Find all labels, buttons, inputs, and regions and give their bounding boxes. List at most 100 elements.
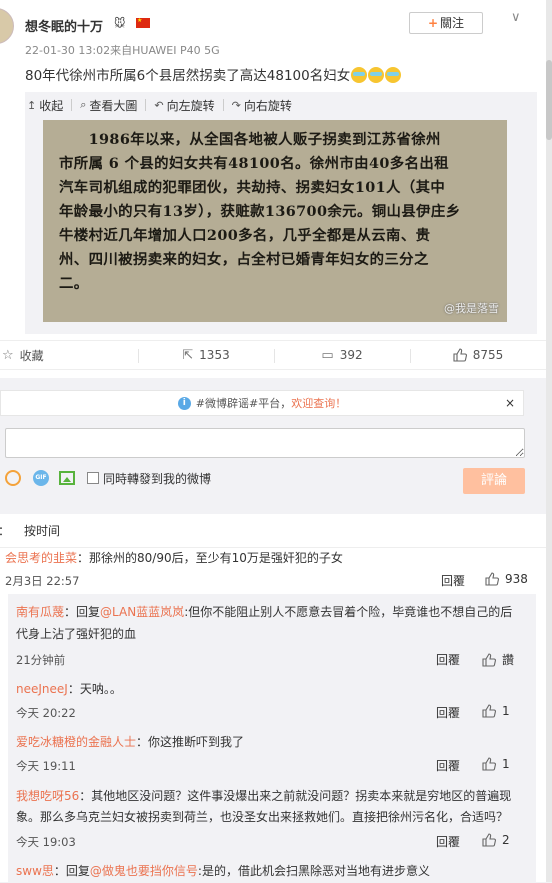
sub-like-button[interactable]: 讚 bbox=[482, 651, 514, 668]
post-photo[interactable]: 1986年以来，从全国各地被人贩子拐卖到江苏省徐州 市所属 6 个县的妇女共有4… bbox=[43, 120, 507, 322]
rotate-right-label: 向右旋转 bbox=[243, 98, 292, 113]
repost-checkbox[interactable] bbox=[87, 472, 99, 484]
comment-like-button[interactable]: 938 bbox=[485, 572, 528, 586]
emoji-icon bbox=[368, 67, 385, 83]
sub-reply-time: 今天 20:22 bbox=[16, 706, 76, 720]
sub-reply-username[interactable]: 爱吃冰糖橙的金融人士 bbox=[16, 735, 136, 749]
comment-area: i #微博辟谣#平台，欢迎查询！ × GIF 同時轉發到我的微博 評論 ： 按时… bbox=[0, 378, 546, 882]
mention-link[interactable]: @LAN蓝蓝岚岚 bbox=[100, 605, 184, 619]
notice-prefix: #微博辟谣#平台， bbox=[195, 397, 292, 410]
sub-reply-body: neeJneeJ：天呐。。 bbox=[16, 679, 122, 699]
like-button[interactable]: 8755 bbox=[410, 341, 546, 369]
sub-reply-username[interactable]: neeJneeJ bbox=[16, 682, 68, 696]
view-large-button[interactable]: ⌕ 查看大圖 bbox=[80, 97, 137, 114]
comment-input[interactable] bbox=[5, 428, 525, 458]
scrollbar[interactable] bbox=[546, 0, 552, 882]
comment-like-count: 938 bbox=[505, 572, 528, 586]
sub-reply-username[interactable]: sww思 bbox=[16, 864, 54, 878]
sub-like-button[interactable]: 1 bbox=[482, 757, 510, 771]
rotate-left-label: 向左旋转 bbox=[166, 98, 215, 113]
mention-link[interactable]: @做鬼也要挡你信号 bbox=[90, 864, 198, 878]
view-large-label: 查看大圖 bbox=[89, 98, 138, 113]
sub-like-button[interactable]: 2 bbox=[482, 833, 510, 847]
submit-comment-button[interactable]: 評論 bbox=[463, 468, 525, 494]
sub-reply-text: ：其他地区没问题？这件事没爆出来之前就没问题？拐卖本来就是穷地区的普遍现 bbox=[79, 789, 512, 803]
repost-checkbox-label: 同時轉發到我的微博 bbox=[103, 471, 212, 486]
sub-reply-body: 爱吃冰糖橙的金融人士：你这推断吓到我了 bbox=[16, 732, 244, 752]
sub-reply-time: 21分钟前 bbox=[16, 653, 66, 667]
sub-reply-username[interactable]: 南有瓜蔑 bbox=[16, 605, 64, 619]
sub-like-button[interactable]: 1 bbox=[482, 704, 510, 718]
comment-time: 2月3日 22:57 bbox=[5, 574, 80, 588]
sub-reply-item: sww思：回复@做鬼也要挡你信号:是的，借此机会扫黑除恶对当地有进步意义 bbox=[16, 861, 528, 883]
reply-button[interactable]: 回覆 bbox=[436, 651, 460, 668]
sort-by-time-tab[interactable]: 按时间 bbox=[24, 522, 60, 539]
magnifier-icon: ⌕ bbox=[80, 98, 87, 111]
sub-reply-text: 象。那么多乌克兰妇女被拐卖到荷兰，也没圣女出来拯救她们。直接把徐州污名化，合适吗… bbox=[16, 810, 509, 824]
rotate-left-button[interactable]: ↶ 向左旋转 bbox=[154, 97, 214, 114]
emoji-icon bbox=[385, 67, 402, 83]
sub-reply-text: :但你不能阻止别人不愿意去冒着个险，毕竟谁也不想自己的后 bbox=[184, 605, 513, 619]
repost-icon: ⇱ bbox=[182, 347, 194, 363]
avatar[interactable] bbox=[0, 8, 14, 44]
favorite-button[interactable]: ☆ 收藏 bbox=[0, 341, 138, 369]
info-icon: i bbox=[177, 396, 191, 410]
comment-body: 会思考的韭菜：那徐州的80/90后，至少有10万是强奸犯的子女 bbox=[5, 548, 343, 568]
thumbs-up-icon bbox=[482, 704, 496, 718]
reply-prefix: ：回复 bbox=[64, 605, 101, 619]
repost-button[interactable]: ⇱ 1353 bbox=[138, 341, 274, 369]
sub-reply-text: ：天呐。。 bbox=[67, 682, 122, 696]
comment-sort-bar: ： 按时间 bbox=[0, 514, 546, 548]
chevron-down-icon[interactable]: ∨ bbox=[511, 10, 525, 25]
photo-newspaper-text: 1986年以来，从全国各地被人贩子拐卖到江苏省徐州 市所属 6 个县的妇女共有4… bbox=[59, 128, 499, 296]
follow-label: 關注 bbox=[440, 16, 465, 30]
photo-line: 年龄最小的只有13岁），获赃款136700余元。铜山县伊庄乡 bbox=[59, 203, 461, 220]
sub-reply-time: 今天 19:11 bbox=[16, 759, 76, 773]
reply-button[interactable]: 回覆 bbox=[436, 757, 460, 774]
thumbs-up-icon bbox=[482, 833, 496, 847]
follow-button[interactable]: + 關注 bbox=[409, 12, 483, 34]
sub-reply-time: 今天 19:03 bbox=[16, 835, 76, 849]
post-meta: 22-01-30 13:02来自HUAWEI P40 5G bbox=[25, 44, 220, 57]
photo-watermark: @我是落雪 bbox=[444, 302, 499, 315]
sub-like-count: 1 bbox=[502, 757, 510, 771]
sub-reply-list: 南有瓜蔑：回复@LAN蓝蓝岚岚:但你不能阻止别人不愿意去冒着个险，毕竟谁也不想自… bbox=[8, 594, 536, 882]
reply-button[interactable]: 回覆 bbox=[436, 833, 460, 850]
photo-line: 州、四川被拐卖来的妇女，占全村已婚青年妇女的三分之 bbox=[59, 251, 429, 268]
emoji-icon bbox=[351, 67, 368, 83]
sort-by-hot-tab[interactable]: ： bbox=[0, 522, 10, 539]
sub-reply-body: sww思：回复@做鬼也要挡你信号:是的，借此机会扫黑除恶对当地有进步意义 bbox=[16, 861, 430, 881]
post-text: 80年代徐州市所属6个县居然拐卖了高达48100名妇女 bbox=[25, 64, 402, 84]
scrollbar-thumb[interactable] bbox=[546, 60, 552, 140]
photo-line: 牛楼村近几年增加人口200多名，几乎全都是从云南、贵 bbox=[59, 227, 431, 244]
rumor-notice-bar: i #微博辟谣#平台， 欢迎查询！ × bbox=[0, 390, 524, 416]
emoji-picker-icon[interactable] bbox=[5, 470, 21, 486]
action-bar: ☆ 收藏 ⇱ 1353 ▭ 392 8755 bbox=[0, 340, 546, 370]
comment-username[interactable]: 会思考的韭菜 bbox=[5, 551, 77, 565]
media-toolbar: ↥ 收起 ⌕ 查看大圖 ↶ 向左旋转 ↷ 向右旋转 bbox=[25, 92, 537, 118]
collapse-button[interactable]: ↥ 收起 bbox=[27, 97, 63, 114]
comment-button[interactable]: ▭ 392 bbox=[274, 341, 410, 369]
sub-reply-item: 爱吃冰糖橙的金融人士：你这推断吓到我了 今天 19:11 回覆 1 bbox=[16, 732, 528, 774]
photo-line: 1986年以来，从全国各地被人贩子拐卖到江苏省徐州 bbox=[59, 131, 441, 148]
reply-button[interactable]: 回覆 bbox=[436, 704, 460, 721]
comment-item: 会思考的韭菜：那徐州的80/90后，至少有10万是强奸犯的子女 2月3日 22:… bbox=[0, 548, 546, 882]
reply-button[interactable]: 回覆 bbox=[441, 572, 465, 589]
sub-reply-item: neeJneeJ：天呐。。 今天 20:22 回覆 1 bbox=[16, 679, 528, 721]
close-icon[interactable]: × bbox=[505, 396, 515, 410]
media-expanded-box: ↥ 收起 ⌕ 查看大圖 ↶ 向左旋转 ↷ 向右旋转 1986年以来，从全国各地被人贩子拐… bbox=[25, 92, 537, 334]
like-count: 8755 bbox=[472, 348, 504, 362]
sub-reply-text: 代身上沾了强奸犯的血 bbox=[16, 627, 137, 641]
rotate-left-icon: ↶ bbox=[154, 98, 164, 112]
thumbs-up-icon bbox=[453, 348, 467, 362]
post-username[interactable]: 想冬眠的十万 bbox=[25, 16, 103, 35]
favorite-label: 收藏 bbox=[19, 348, 44, 363]
star-icon: ☆ bbox=[2, 347, 14, 363]
sub-reply-username[interactable]: 我想吃呀56 bbox=[16, 789, 79, 803]
notice-link[interactable]: 欢迎查询！ bbox=[291, 395, 346, 411]
plus-icon: + bbox=[427, 16, 439, 30]
sub-reply-item: 我想吃呀56：其他地区没问题？这件事没爆出来之前就没问题？拐卖本来就是穷地区的普… bbox=[16, 786, 528, 850]
rotate-right-button[interactable]: ↷ 向右旋转 bbox=[232, 97, 292, 114]
gif-icon[interactable]: GIF bbox=[33, 470, 49, 486]
image-upload-icon[interactable] bbox=[59, 471, 75, 485]
